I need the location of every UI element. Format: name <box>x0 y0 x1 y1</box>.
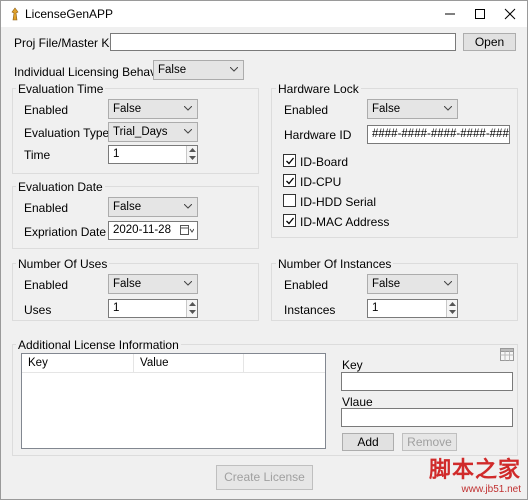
value-input[interactable] <box>341 408 513 427</box>
time-spin-buttons[interactable] <box>186 146 197 163</box>
id-board-checkbox[interactable] <box>283 154 296 167</box>
spin-up-icon[interactable] <box>189 148 196 152</box>
chevron-down-icon <box>184 106 192 111</box>
column-value[interactable]: Value <box>134 354 244 373</box>
hw-enabled-select[interactable]: False <box>367 99 458 119</box>
hardware-lock-title: Hardware Lock <box>276 82 361 96</box>
individual-licensing-label: Individual Licensing Behaviour <box>14 65 177 79</box>
column-key[interactable]: Key <box>22 354 134 373</box>
eval-type-select[interactable]: Trial_Days <box>108 122 198 142</box>
license-info-list[interactable]: Key Value <box>21 353 326 449</box>
instances-enabled-select[interactable]: False <box>367 274 458 294</box>
license-gen-window: LicenseGenAPP Proj File/Master Key Open … <box>0 0 528 500</box>
number-of-instances-title: Number Of Instances <box>276 257 394 271</box>
create-license-button[interactable]: Create License <box>216 465 313 490</box>
uses-enabled-label: Enabled <box>24 278 69 292</box>
proj-file-label: Proj File/Master Key <box>14 36 123 50</box>
chevron-down-icon <box>184 129 192 134</box>
site-watermark: 脚本之家 www.jb51.net <box>429 452 521 495</box>
open-button[interactable]: Open <box>463 33 516 51</box>
uses-value: 1 <box>113 302 120 314</box>
hardware-id-input[interactable]: ####-####-####-####-#### <box>367 125 510 144</box>
eval-type-label: Evaluation Type <box>24 126 110 140</box>
individual-licensing-value: False <box>158 64 187 76</box>
time-spinner[interactable]: 1 <box>108 145 198 164</box>
close-button[interactable] <box>495 1 525 27</box>
id-mac-address-checkbox[interactable] <box>283 214 296 227</box>
hardware-id-label: Hardware ID <box>284 128 352 142</box>
calendar-icon[interactable] <box>180 225 194 236</box>
hw-enabled-value: False <box>372 103 401 115</box>
individual-licensing-select[interactable]: False <box>153 60 244 80</box>
title-bar: LicenseGenAPP <box>1 1 527 27</box>
uses-enabled-value: False <box>113 278 142 290</box>
key-input[interactable] <box>341 372 513 391</box>
watermark-sub: www.jb51.net <box>461 484 521 495</box>
eval-type-value: Trial_Days <box>113 126 168 138</box>
eval-date-enabled-select[interactable]: False <box>108 197 198 217</box>
maximize-button[interactable] <box>465 1 495 27</box>
uses-spinner[interactable]: 1 <box>108 299 198 318</box>
key-label: Key <box>342 358 363 372</box>
chevron-down-icon <box>184 281 192 286</box>
chevron-down-icon <box>444 106 452 111</box>
id-cpu-label: ID-CPU <box>300 175 342 189</box>
watermark-main: 脚本之家 <box>428 457 521 483</box>
time-value: 1 <box>113 148 120 160</box>
check-icon <box>286 217 295 225</box>
expiration-date-value: 2020-11-28 <box>113 224 171 236</box>
eval-date-enabled-value: False <box>113 201 142 213</box>
spin-down-icon[interactable] <box>449 310 456 314</box>
id-board-label: ID-Board <box>300 155 349 169</box>
minimize-button[interactable] <box>435 1 465 27</box>
remove-button[interactable]: Remove <box>402 433 457 451</box>
add-button[interactable]: Add <box>342 433 394 451</box>
proj-file-input[interactable] <box>110 33 456 51</box>
id-hdd-serial-label: ID-HDD Serial <box>300 195 377 209</box>
spin-down-icon[interactable] <box>189 156 196 160</box>
uses-enabled-select[interactable]: False <box>108 274 198 294</box>
eval-time-enabled-select[interactable]: False <box>108 99 198 119</box>
id-hdd-serial-checkbox[interactable] <box>283 194 296 207</box>
id-mac-address-label: ID-MAC Address <box>300 215 390 229</box>
evaluation-date-title: Evaluation Date <box>16 180 105 194</box>
check-icon <box>286 177 295 185</box>
expiration-date-label: Expriation Date <box>24 225 107 239</box>
instances-label: Instances <box>284 303 336 317</box>
evaluation-time-title: Evaluation Time <box>16 82 106 96</box>
instances-value: 1 <box>372 302 379 314</box>
chevron-down-icon <box>184 204 192 209</box>
eval-time-enabled-label: Enabled <box>24 103 69 117</box>
instances-enabled-value: False <box>372 278 401 290</box>
uses-label: Uses <box>24 303 52 317</box>
expiration-date-picker[interactable]: 2020-11-28 <box>108 221 198 240</box>
id-cpu-checkbox[interactable] <box>283 174 296 187</box>
table-icon[interactable] <box>500 348 514 361</box>
additional-info-title: Additional License Information <box>16 338 181 352</box>
instances-spinner[interactable]: 1 <box>367 299 458 318</box>
chevron-down-icon <box>230 67 238 72</box>
instances-enabled-label: Enabled <box>284 278 329 292</box>
list-header: Key Value <box>22 354 325 373</box>
eval-time-enabled-value: False <box>113 103 142 115</box>
spin-up-icon[interactable] <box>189 302 196 306</box>
number-of-uses-title: Number Of Uses <box>16 257 110 271</box>
eval-date-enabled-label: Enabled <box>24 201 69 215</box>
time-label: Time <box>24 148 51 162</box>
window-title: LicenseGenAPP <box>25 7 114 21</box>
uses-spin-buttons[interactable] <box>186 300 197 317</box>
hw-enabled-label: Enabled <box>284 103 329 117</box>
spin-down-icon[interactable] <box>189 310 196 314</box>
spin-up-icon[interactable] <box>449 302 456 306</box>
value-label: Vlaue <box>342 395 373 409</box>
check-icon <box>286 157 295 165</box>
instances-spin-buttons[interactable] <box>446 300 457 317</box>
app-icon <box>9 7 21 21</box>
chevron-down-icon <box>444 281 452 286</box>
